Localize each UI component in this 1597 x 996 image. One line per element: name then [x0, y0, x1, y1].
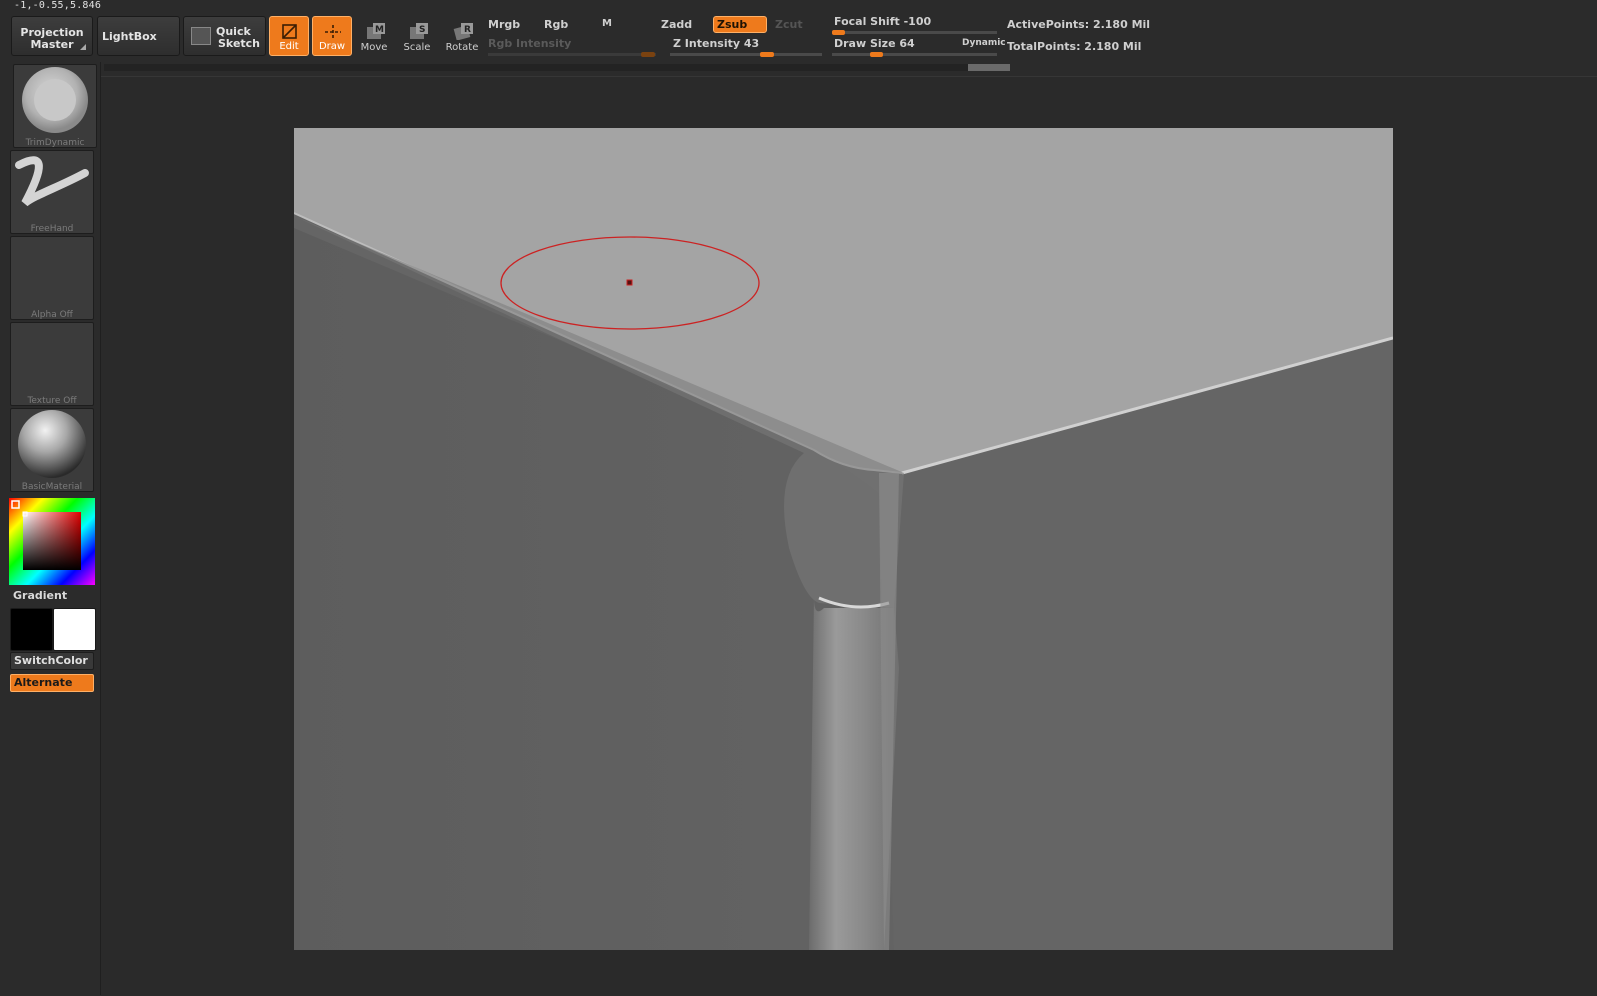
texture-thumbnail[interactable]: Texture Off: [10, 322, 94, 406]
draw-button[interactable]: Draw: [312, 16, 352, 56]
rgb-intensity-label: Rgb Intensity: [488, 37, 572, 50]
rgb-intensity-handle[interactable]: [641, 52, 655, 57]
brush-preview-icon: [22, 67, 88, 133]
zsub-label: Zsub: [717, 18, 748, 31]
focal-shift-handle[interactable]: [832, 30, 845, 35]
move-label: Move: [360, 42, 388, 53]
sketch-icon: [191, 27, 211, 45]
active-points-readout: ActivePoints: 2.180 Mil: [1007, 18, 1151, 31]
material-sphere-icon: [18, 410, 86, 478]
z-intensity-handle[interactable]: [760, 52, 774, 57]
gradient-label[interactable]: Gradient: [13, 589, 67, 602]
rgb-button[interactable]: Rgb: [544, 18, 568, 31]
brush-caption: TrimDynamic: [25, 138, 85, 148]
rotate-button[interactable]: R Rotate: [442, 16, 482, 56]
move-button[interactable]: M Move: [354, 16, 394, 56]
m-button[interactable]: M: [602, 18, 612, 29]
secondary-color-swatch[interactable]: [53, 608, 96, 651]
zcut-button[interactable]: Zcut: [775, 18, 803, 31]
total-points-readout: TotalPoints: 2.180 Mil: [1007, 40, 1142, 53]
progress-bar-thumb[interactable]: [968, 64, 1010, 71]
focal-shift-slider[interactable]: [832, 31, 997, 34]
color-wheel-icon: [9, 498, 95, 585]
texture-caption: Texture Off: [27, 396, 77, 406]
scale-label: Scale: [403, 42, 431, 53]
zadd-button[interactable]: Zadd: [661, 18, 692, 31]
focal-shift-label: Focal Shift: [834, 15, 900, 28]
quick-sketch-button[interactable]: Quick Sketch: [183, 16, 266, 56]
document-canvas[interactable]: [294, 128, 1393, 950]
brush-cursor: [500, 236, 760, 330]
edit-button[interactable]: Edit: [269, 16, 309, 56]
quick-sketch-label-2: Sketch: [218, 37, 261, 50]
edit-icon: [282, 24, 297, 39]
alpha-thumbnail[interactable]: Alpha Off: [10, 236, 94, 320]
focal-shift-value: -100: [903, 15, 932, 28]
lightbox-button[interactable]: LightBox: [97, 16, 180, 56]
dynamic-toggle[interactable]: Dynamic: [962, 38, 1006, 48]
draw-size-handle[interactable]: [870, 52, 883, 57]
svg-text:M: M: [375, 25, 384, 35]
draw-icon: [325, 25, 341, 39]
progress-bar: [104, 64, 1010, 71]
alternate-button[interactable]: Alternate: [10, 674, 94, 692]
move-icon: M: [367, 23, 385, 39]
material-caption: BasicMaterial: [21, 482, 83, 492]
scale-icon: S: [410, 23, 428, 39]
stroke-caption: FreeHand: [30, 224, 74, 234]
projection-master-button[interactable]: Projection Master: [11, 16, 93, 56]
svg-text:R: R: [464, 25, 471, 35]
corner-arrow-icon: [80, 44, 86, 50]
top-toolbar: Projection Master LightBox Quick Sketch …: [0, 10, 1597, 72]
material-thumbnail[interactable]: BasicMaterial: [10, 408, 94, 492]
freehand-stroke-icon: [15, 156, 89, 207]
rotate-icon: R: [453, 23, 473, 40]
mrgb-button[interactable]: Mrgb: [488, 18, 520, 31]
switch-color-button[interactable]: SwitchColor: [10, 652, 94, 670]
brush-thumbnail[interactable]: TrimDynamic: [13, 64, 97, 148]
focal-shift-slider-label[interactable]: Focal Shift -100: [834, 15, 931, 28]
alpha-caption: Alpha Off: [31, 310, 73, 320]
rotate-label: Rotate: [445, 42, 479, 53]
scale-button[interactable]: S Scale: [397, 16, 437, 56]
z-intensity-label: Z Intensity: [673, 37, 741, 50]
lightbox-label: LightBox: [102, 30, 157, 43]
edit-label: Edit: [279, 41, 299, 52]
zsub-button[interactable]: Zsub: [713, 16, 767, 33]
stroke-thumbnail[interactable]: FreeHand: [10, 150, 94, 234]
color-picker[interactable]: [9, 498, 95, 585]
svg-text:S: S: [419, 25, 425, 35]
draw-size-slider-label[interactable]: Draw Size 64: [834, 37, 915, 50]
main-color-swatch[interactable]: [10, 608, 53, 651]
z-intensity-slider-label[interactable]: Z Intensity 43: [673, 37, 759, 50]
draw-size-value: 64: [899, 37, 915, 50]
rgb-intensity-slider[interactable]: [488, 53, 656, 56]
left-shelf: TrimDynamic FreeHand Alpha Off Texture O…: [0, 62, 101, 995]
model-viewport[interactable]: [294, 128, 1393, 950]
draw-size-slider[interactable]: [832, 53, 997, 56]
z-intensity-slider[interactable]: [670, 53, 822, 56]
draw-size-label: Draw Size: [834, 37, 896, 50]
draw-label: Draw: [318, 41, 346, 52]
z-intensity-value: 43: [743, 37, 760, 50]
